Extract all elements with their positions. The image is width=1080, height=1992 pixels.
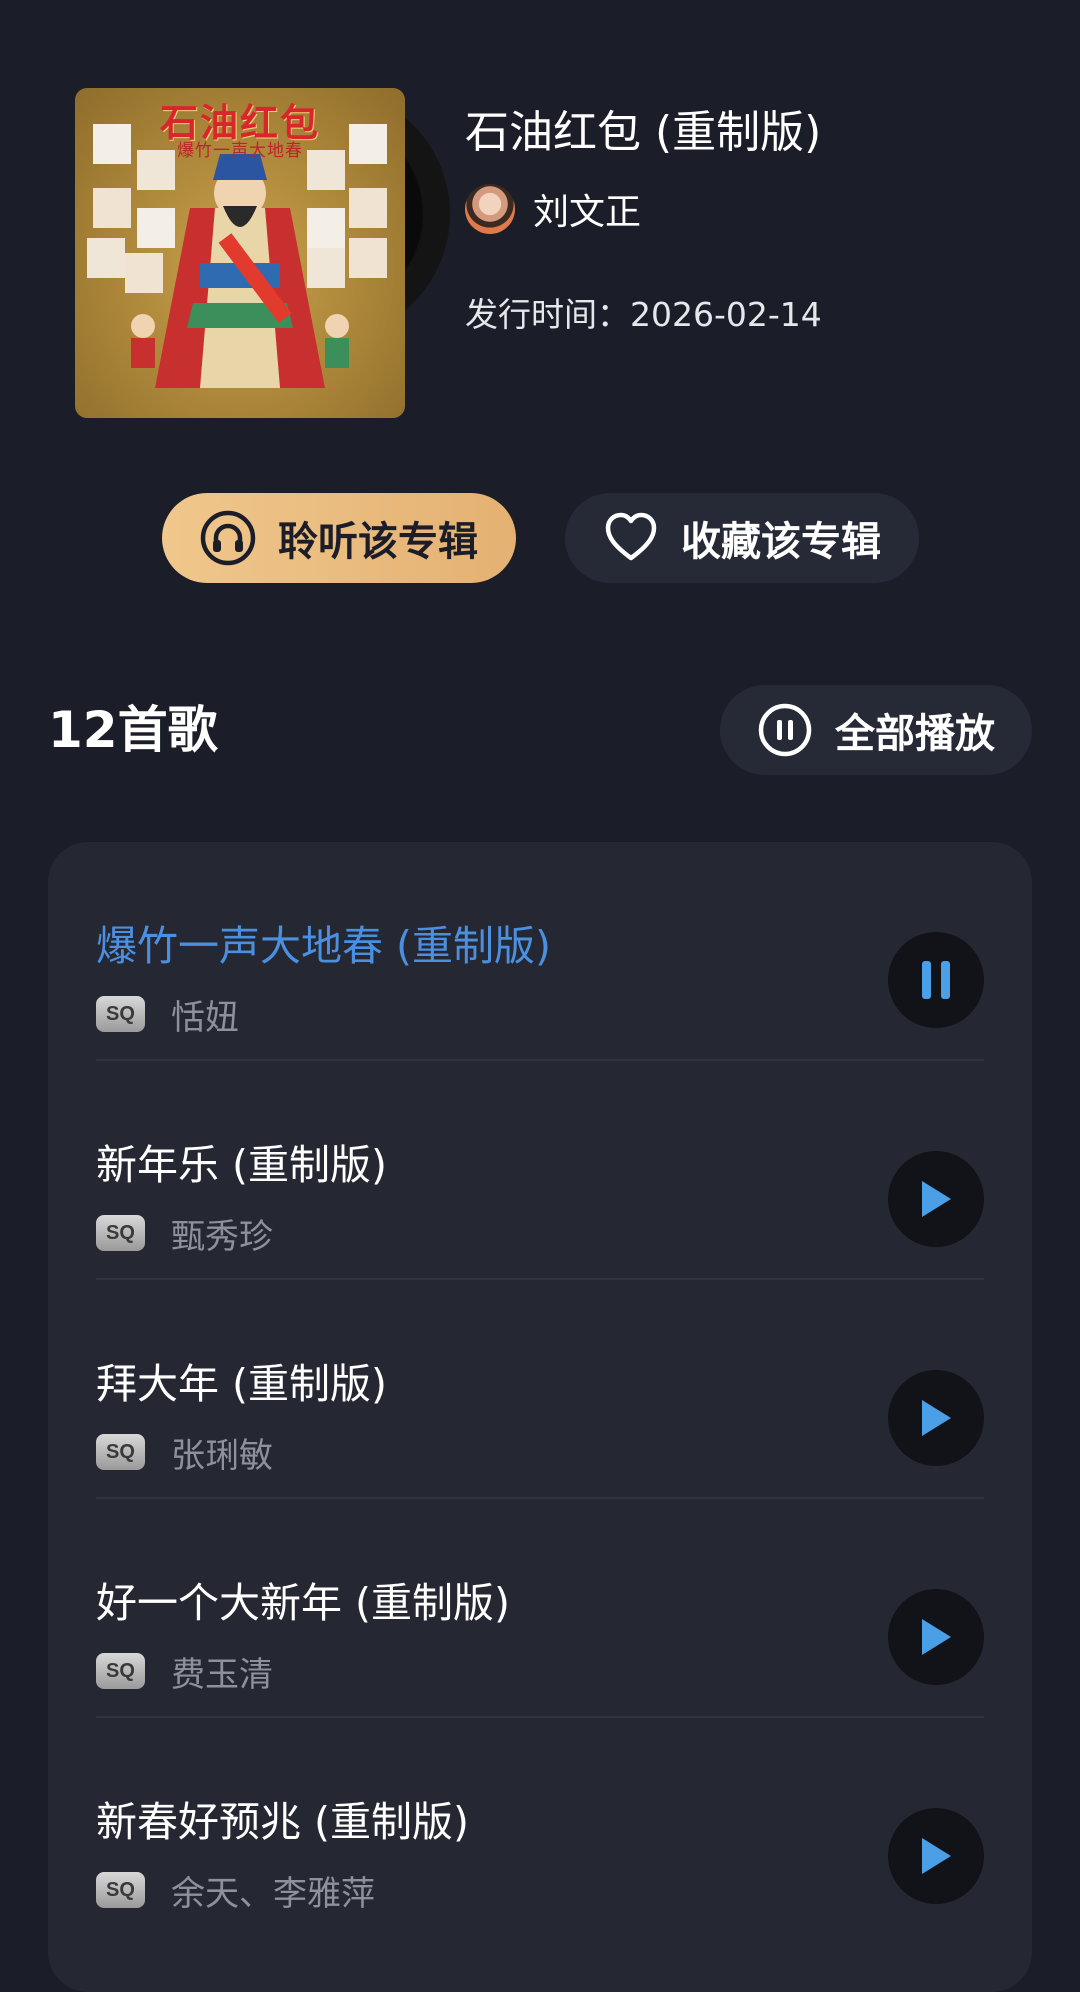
song-title: 拜大年 (重制版): [96, 1360, 388, 1408]
quality-badge: SQ: [96, 1653, 145, 1689]
song-meta: SQ 甄秀珍: [96, 1211, 273, 1257]
favorite-album-label: 收藏该专辑: [681, 519, 881, 565]
heart-icon: [605, 512, 657, 561]
play-icon: [922, 1181, 951, 1217]
play-all-button[interactable]: 全部播放: [720, 685, 1032, 775]
song-list: 爆竹一声大地春 (重制版) SQ 恬妞 新年乐 (重制版) SQ 甄秀珍 拜大年…: [48, 842, 1032, 1992]
album-header: 石油红包 爆竹一声大地春 石油红包 (重制版) 刘文正 发行时间：2026-02…: [0, 0, 1080, 460]
song-row[interactable]: 好一个大新年 (重制版) SQ 费玉清: [96, 1499, 1032, 1718]
quality-badge: SQ: [96, 1872, 145, 1908]
song-title: 新春好预兆 (重制版): [96, 1798, 470, 1846]
play-icon: [922, 1400, 951, 1436]
release-date-label: 发行时间：: [465, 295, 630, 334]
song-row[interactable]: 爆竹一声大地春 (重制版) SQ 恬妞: [96, 842, 1032, 1061]
song-row[interactable]: 新春好预兆 (重制版) SQ 余天、李雅萍: [96, 1718, 1032, 1937]
quality-badge: SQ: [96, 1434, 145, 1470]
album-artist[interactable]: 刘文正: [465, 183, 641, 235]
album-title: 石油红包 (重制版): [465, 107, 822, 158]
play-all-label: 全部播放: [835, 711, 995, 757]
song-title: 好一个大新年 (重制版): [96, 1579, 511, 1627]
song-meta: SQ 余天、李雅萍: [96, 1868, 375, 1914]
song-artist: 余天、李雅萍: [171, 1873, 375, 1914]
song-row[interactable]: 新年乐 (重制版) SQ 甄秀珍: [96, 1061, 1032, 1280]
song-row[interactable]: 拜大年 (重制版) SQ 张琍敏: [96, 1280, 1032, 1499]
artist-avatar: [465, 184, 515, 234]
pause-icon: [922, 961, 950, 999]
album-cover[interactable]: 石油红包 爆竹一声大地春: [75, 88, 405, 418]
song-meta: SQ 费玉清: [96, 1649, 273, 1695]
play-icon: [922, 1619, 951, 1655]
song-artist: 恬妞: [171, 997, 239, 1038]
song-play-button[interactable]: [888, 1589, 984, 1685]
song-artist: 费玉清: [171, 1654, 273, 1695]
song-pause-button[interactable]: [888, 932, 984, 1028]
favorite-album-button[interactable]: 收藏该专辑: [565, 493, 919, 583]
song-artist: 张琍敏: [171, 1435, 273, 1476]
song-title: 新年乐 (重制版): [96, 1141, 388, 1189]
headphones-icon: [200, 510, 256, 566]
song-play-button[interactable]: [888, 1151, 984, 1247]
release-date-value: 2026-02-14: [630, 295, 822, 334]
listen-album-button[interactable]: 聆听该专辑: [162, 493, 516, 583]
release-date-row: 发行时间：2026-02-14: [465, 288, 822, 336]
song-play-button[interactable]: [888, 1370, 984, 1466]
listen-album-label: 聆听该专辑: [278, 519, 478, 565]
cover-subtitle-text: 爆竹一声大地春: [177, 141, 303, 161]
artist-name: 刘文正: [533, 192, 642, 233]
quality-badge: SQ: [96, 1215, 145, 1251]
quality-badge: SQ: [96, 996, 145, 1032]
song-meta: SQ 恬妞: [96, 992, 239, 1038]
song-title: 爆竹一声大地春 (重制版): [96, 922, 552, 970]
song-artist: 甄秀珍: [171, 1216, 273, 1257]
pause-circle-icon: [758, 703, 812, 757]
play-icon: [922, 1838, 951, 1874]
song-meta: SQ 张琍敏: [96, 1430, 273, 1476]
song-count: 12首歌: [48, 701, 218, 759]
song-play-button[interactable]: [888, 1808, 984, 1904]
